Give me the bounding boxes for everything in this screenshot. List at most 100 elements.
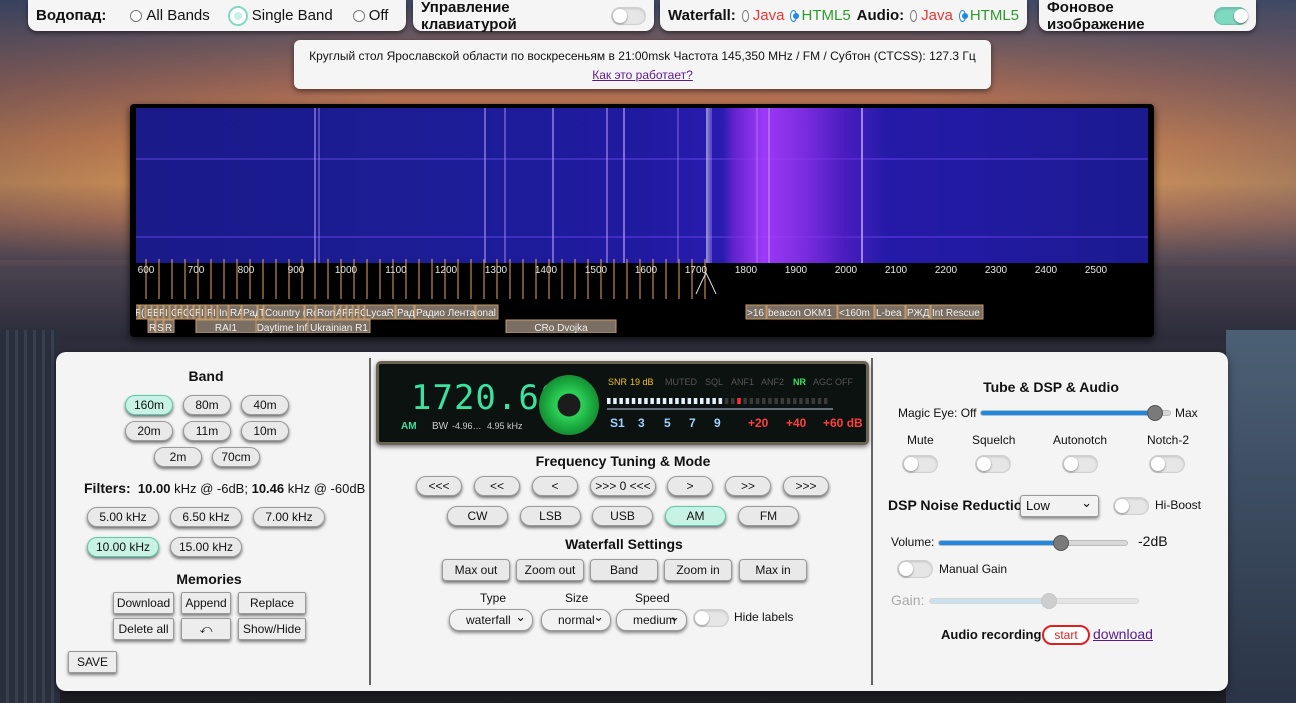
station-label[interactable]: S [155, 319, 164, 333]
wf-html5-radio[interactable] [790, 9, 800, 22]
filter-10khz-button[interactable]: 10.00 kHz [87, 537, 159, 557]
station-label[interactable]: РЖД [905, 304, 931, 320]
memories-show-hide-button[interactable]: Show/Hide [238, 618, 306, 640]
wf-java-label[interactable]: Java [753, 7, 785, 24]
wf-size-select[interactable]: normal [541, 607, 611, 631]
volume-slider[interactable] [938, 535, 1128, 551]
band-40m-button[interactable]: 40m [241, 395, 289, 415]
notch2-toggle[interactable] [1149, 455, 1185, 473]
station-label[interactable]: RAI1 [195, 319, 257, 333]
wf-java-radio[interactable] [741, 9, 749, 22]
all-bands-label[interactable]: All Bands [146, 7, 209, 24]
station-label[interactable]: beacon OKM1 [766, 304, 838, 320]
magic-eye-knob[interactable] [1146, 405, 1163, 421]
passband-marker[interactable] [695, 271, 717, 295]
audio-java-label[interactable]: Java [921, 7, 953, 24]
station-label[interactable]: In [217, 304, 229, 320]
tune-step-down-2-button[interactable]: << [474, 476, 520, 496]
wf-zoom-in-button[interactable]: Zoom in [664, 559, 732, 581]
recording-start-button[interactable]: start [1042, 625, 1090, 645]
memories-append-button[interactable]: Append [181, 592, 231, 614]
tune-step-up-1-button[interactable]: > [667, 476, 713, 496]
station-label[interactable]: R [163, 319, 175, 333]
frequency-scale[interactable]: 600 700 800 900 1000 1100 1200 1300 1400 1500 1600… [136, 259, 1148, 333]
memories-undo-button[interactable]: ⤺ [181, 618, 231, 640]
wf-type-select[interactable]: waterfall [449, 607, 533, 631]
save-button[interactable]: SAVE [68, 651, 117, 673]
band-11m-button[interactable]: 11m [183, 421, 231, 441]
station-label[interactable]: L-bea [874, 304, 906, 320]
band-20m-button[interactable]: 20m [125, 421, 173, 441]
station-label[interactable]: CRo Dvojka [505, 319, 617, 333]
station-label[interactable]: I [163, 304, 170, 320]
manual-gain-toggle[interactable] [897, 560, 933, 578]
memories-delete-all-button[interactable]: Delete all [113, 618, 174, 640]
volume-knob[interactable] [1053, 535, 1070, 551]
wf-zoom-out-button[interactable]: Zoom out [516, 559, 584, 581]
memories-download-button[interactable]: Download [113, 592, 174, 614]
station-label[interactable]: Int Rescue [930, 304, 984, 320]
band-2m-button[interactable]: 2m [154, 447, 202, 467]
gain-knob[interactable] [1040, 593, 1057, 609]
filter-15khz-button[interactable]: 15.00 kHz [170, 537, 242, 557]
mode-usb-button[interactable]: USB [592, 506, 653, 526]
gain-slider[interactable] [929, 593, 1139, 609]
station-label[interactable]: Радио Лента [414, 304, 476, 320]
single-band-label[interactable]: Single Band [252, 7, 333, 24]
tune-step-down-1-button[interactable]: < [532, 476, 578, 496]
nr-select[interactable]: Low [1020, 493, 1099, 517]
band-160m-button[interactable]: 160m [125, 395, 173, 415]
mute-toggle[interactable] [902, 455, 938, 473]
keyboard-control-toggle[interactable] [611, 6, 646, 25]
mode-am-button[interactable]: AM [665, 506, 726, 526]
squelch-toggle[interactable] [975, 455, 1011, 473]
tune-step-up-2-button[interactable]: >> [725, 476, 771, 496]
station-label[interactable]: I [211, 304, 218, 320]
station-label[interactable]: <160m [837, 304, 875, 320]
audio-html5-radio[interactable] [958, 9, 968, 22]
autonotch-toggle[interactable] [1062, 455, 1098, 473]
band-10m-button[interactable]: 10m [241, 421, 289, 441]
tune-center-button[interactable]: >>> 0 <<< [590, 476, 656, 496]
station-label[interactable]: Country ( [263, 304, 307, 320]
radio-all-bands[interactable] [130, 9, 143, 22]
banner-how-link[interactable]: Как это работает? [294, 68, 991, 82]
filter-6-5khz-button[interactable]: 6.50 kHz [170, 507, 242, 527]
wf-max-out-button[interactable]: Max out [442, 559, 510, 581]
magic-eye-slider[interactable] [980, 405, 1171, 421]
background-image-toggle[interactable] [1214, 6, 1248, 25]
radio-single-band[interactable] [227, 5, 248, 26]
tune-step-down-3-button[interactable]: <<< [416, 476, 462, 496]
hi-boost-toggle[interactable] [1113, 497, 1149, 515]
station-label[interactable]: ( [139, 304, 146, 320]
filter-5khz-button[interactable]: 5.00 kHz [87, 507, 159, 527]
station-label[interactable]: I [199, 304, 206, 320]
wf-band-button[interactable]: Band [590, 559, 658, 581]
station-label[interactable]: R [147, 319, 156, 333]
filter-7khz-button[interactable]: 7.00 kHz [253, 507, 325, 527]
station-label[interactable]: Daytime Inf [255, 319, 309, 333]
off-label[interactable]: Off [369, 7, 389, 24]
station-label[interactable]: Рад [395, 304, 415, 320]
hide-labels-toggle[interactable] [693, 609, 729, 627]
band-70cm-button[interactable]: 70cm [212, 447, 260, 467]
mode-fm-button[interactable]: FM [738, 506, 799, 526]
radio-off[interactable] [352, 9, 365, 22]
band-80m-button[interactable]: 80m [183, 395, 231, 415]
station-label[interactable]: Ron [315, 304, 335, 320]
waterfall-canvas[interactable] [136, 108, 1148, 263]
audio-html5-label[interactable]: HTML5 [970, 7, 1019, 24]
station-label[interactable]: >16 [745, 304, 767, 320]
station-label[interactable]: LycaR [364, 304, 396, 320]
station-label[interactable]: onal [475, 304, 499, 320]
recording-download-link[interactable]: download [1093, 626, 1153, 642]
memories-replace-button[interactable]: Replace [238, 592, 306, 614]
tune-step-up-3-button[interactable]: >>> [783, 476, 829, 496]
station-label[interactable]: Ukrainian R1 [307, 319, 371, 333]
wf-html5-label[interactable]: HTML5 [801, 7, 850, 24]
mode-cw-button[interactable]: CW [447, 506, 508, 526]
wf-speed-select[interactable]: medium [616, 607, 687, 631]
audio-java-radio[interactable] [910, 9, 918, 22]
wf-max-in-button[interactable]: Max in [739, 559, 807, 581]
mode-lsb-button[interactable]: LSB [520, 506, 581, 526]
